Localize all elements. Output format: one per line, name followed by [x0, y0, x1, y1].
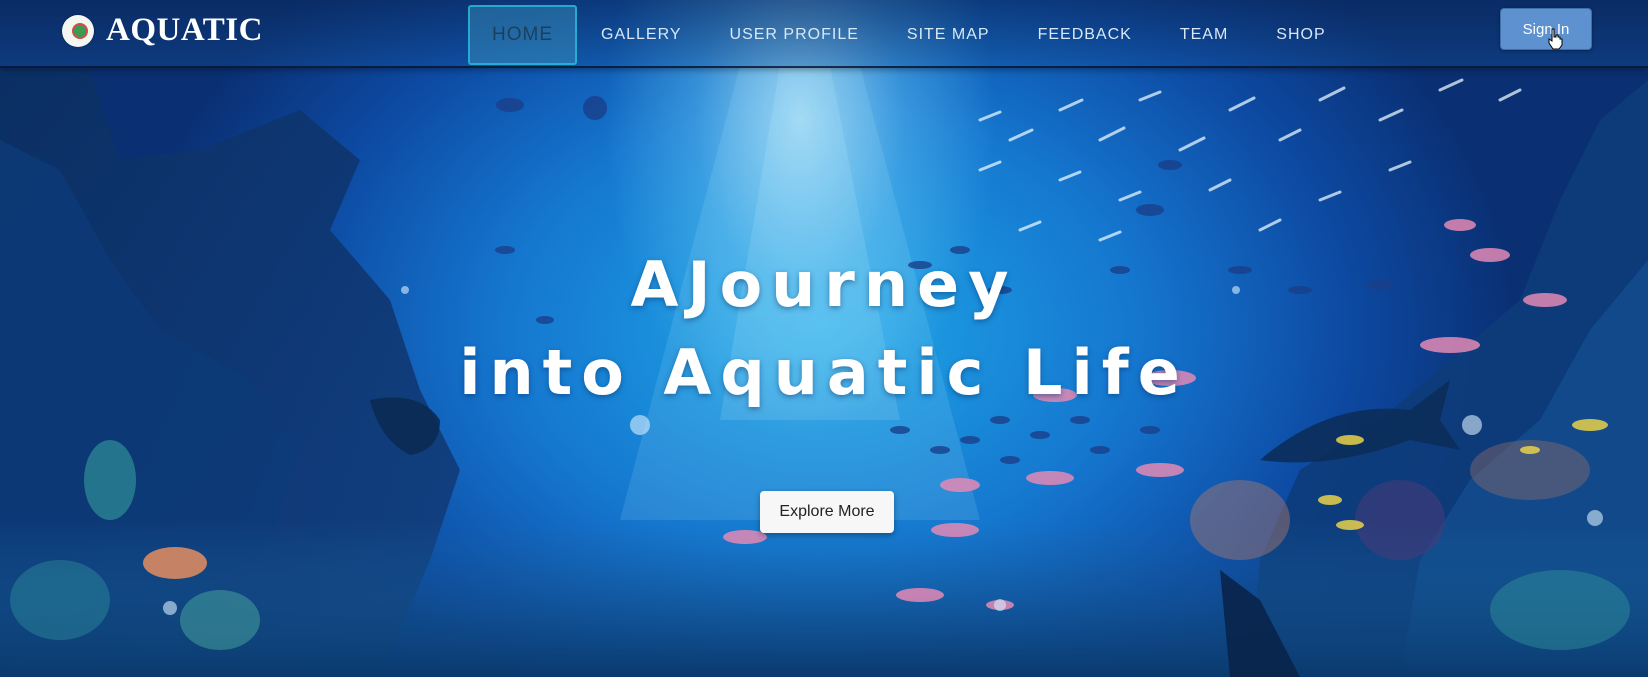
hero-title-line-2: into Aquatic Life	[459, 336, 1189, 409]
nav-item-team[interactable]: TEAM	[1156, 6, 1252, 64]
nav-item-gallery[interactable]: GALLERY	[577, 6, 706, 64]
top-navbar: AQUATIC HOME GALLERY USER PROFILE SITE M…	[0, 0, 1648, 68]
sign-in-button[interactable]: Sign In	[1500, 8, 1592, 50]
brand-name: AQUATIC	[106, 12, 263, 48]
explore-more-button[interactable]: Explore More	[760, 491, 894, 533]
hero-title-line-1: AJourney	[630, 248, 1018, 321]
nav-item-shop[interactable]: SHOP	[1252, 6, 1349, 64]
aquatic-logo-icon	[62, 14, 94, 47]
nav-item-feedback[interactable]: FEEDBACK	[1014, 6, 1156, 64]
nav-item-site-map[interactable]: SITE MAP	[883, 6, 1014, 64]
nav-item-user-profile[interactable]: USER PROFILE	[706, 6, 883, 64]
hand-cursor-icon	[1548, 28, 1563, 50]
landing-page: AQUATIC HOME GALLERY USER PROFILE SITE M…	[0, 0, 1648, 677]
brand[interactable]: AQUATIC	[62, 12, 263, 49]
nav-item-home[interactable]: HOME	[468, 5, 577, 65]
main-nav: HOME GALLERY USER PROFILE SITE MAP FEEDB…	[468, 5, 1350, 65]
